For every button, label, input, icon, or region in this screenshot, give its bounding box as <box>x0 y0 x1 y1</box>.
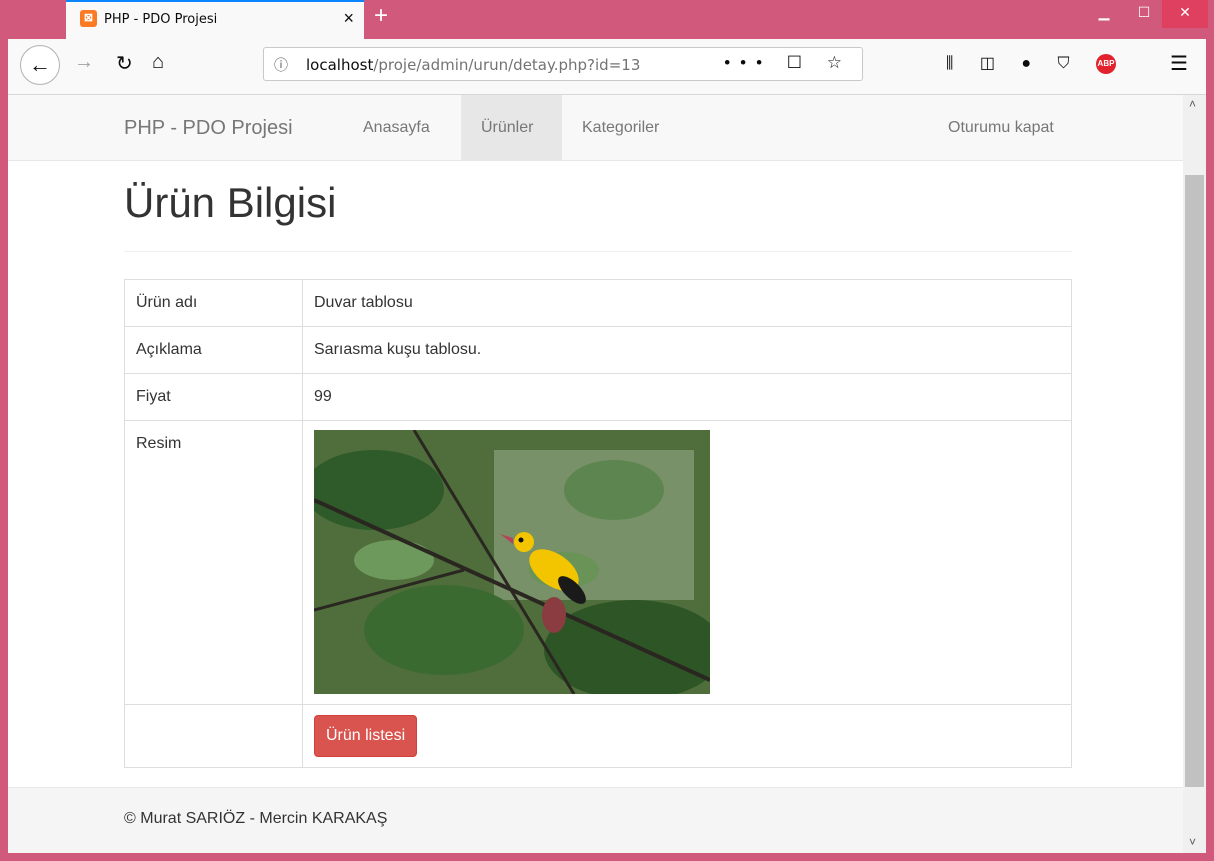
extension-icon[interactable]: ● <box>1021 55 1031 72</box>
back-icon[interactable]: ← <box>20 45 60 85</box>
table-row: Açıklama Sarıasma kuşu tablosu. <box>124 326 1072 374</box>
info-icon[interactable]: ⓘ <box>274 55 288 75</box>
browser-toolbar: ← → ↻ ⌂ ⓘ localhost/proje/admin/urun/det… <box>8 39 1206 95</box>
row-value: Duvar tablosu <box>302 279 1072 327</box>
site-brand[interactable]: PHP - PDO Projesi <box>124 117 293 140</box>
new-tab-icon[interactable]: + <box>374 2 388 30</box>
page-viewport: PHP - PDO Projesi Anasayfa Ürünler Kateg… <box>8 95 1183 853</box>
table-row: Resim <box>124 420 1072 705</box>
tab-title: PHP - PDO Projesi <box>104 12 218 27</box>
nav-categories[interactable]: Kategoriler <box>582 119 659 137</box>
maximize-icon[interactable]: ☐ <box>1122 0 1166 28</box>
browser-tab[interactable]: ⊠ PHP - PDO Projesi × <box>66 0 364 39</box>
adblock-icon[interactable]: ABP <box>1096 53 1116 74</box>
url-text[interactable]: localhost/proje/admin/urun/detay.php?id=… <box>306 56 640 74</box>
address-bar[interactable]: ⓘ localhost/proje/admin/urun/detay.php?i… <box>263 47 863 81</box>
row-value: Sarıasma kuşu tablosu. <box>302 326 1072 374</box>
minimize-icon[interactable]: ▁ <box>1082 0 1126 28</box>
scrollbar[interactable]: ˄ ˅ <box>1183 95 1206 853</box>
empty-cell <box>124 704 303 768</box>
action-cell: Ürün listesi <box>302 704 1072 768</box>
page-title: Ürün Bilgisi <box>124 179 337 226</box>
nav-home[interactable]: Anasayfa <box>363 119 430 137</box>
browser-window: ⊠ PHP - PDO Projesi × + ▁ ☐ ✕ ← → ↻ ⌂ ⓘ … <box>0 0 1214 861</box>
hamburger-menu-icon[interactable]: ☰ <box>1170 51 1188 76</box>
home-icon[interactable]: ⌂ <box>152 51 164 74</box>
forward-icon[interactable]: → <box>74 51 94 74</box>
site-navbar: PHP - PDO Projesi Anasayfa Ürünler Kateg… <box>8 95 1183 161</box>
table-row: Ürün adı Duvar tablosu <box>124 279 1072 327</box>
product-list-button[interactable]: Ürün listesi <box>314 715 418 757</box>
reload-icon[interactable]: ↻ <box>116 51 133 76</box>
tab-strip: ⊠ PHP - PDO Projesi × + ▁ ☐ ✕ <box>8 0 1208 39</box>
close-tab-icon[interactable]: × <box>343 8 354 29</box>
shield-icon[interactable]: ⛉ <box>1058 55 1070 72</box>
library-icon[interactable]: ⫼ <box>946 55 953 72</box>
table-row: Ürün listesi <box>124 704 1072 768</box>
toolbar-icons: ⫼ ◫ ● ⛉ ABP <box>946 53 1138 74</box>
row-label: Ürün adı <box>124 279 303 327</box>
scroll-down-icon[interactable]: ˅ <box>1189 835 1196 849</box>
image-cell <box>302 420 1072 705</box>
footer-text: © Murat SARIÖZ - Mercin KARAKAŞ <box>124 810 388 827</box>
scroll-thumb[interactable] <box>1185 175 1204 787</box>
row-label: Fiyat <box>124 373 303 421</box>
page-actions-icons[interactable]: ••• ☐ ☆ <box>724 53 852 73</box>
product-image <box>314 430 710 694</box>
xampp-favicon-icon: ⊠ <box>80 10 97 27</box>
sidebar-icon[interactable]: ◫ <box>980 55 995 72</box>
url-path: /proje/admin/urun/detay.php?id=13 <box>373 56 641 74</box>
url-host: localhost <box>306 56 374 74</box>
row-label: Açıklama <box>124 326 303 374</box>
window-close-icon[interactable]: ✕ <box>1162 0 1208 28</box>
row-value: 99 <box>302 373 1072 421</box>
nav-products[interactable]: Ürünler <box>481 119 533 137</box>
row-label: Resim <box>124 420 303 705</box>
scroll-up-icon[interactable]: ˄ <box>1189 97 1196 111</box>
product-detail-table: Ürün adı Duvar tablosu Açıklama Sarıasma… <box>124 279 1072 768</box>
title-divider <box>124 251 1072 252</box>
logout-link[interactable]: Oturumu kapat <box>948 119 1054 137</box>
page-footer: © Murat SARIÖZ - Mercin KARAKAŞ <box>8 787 1183 853</box>
table-row: Fiyat 99 <box>124 373 1072 421</box>
